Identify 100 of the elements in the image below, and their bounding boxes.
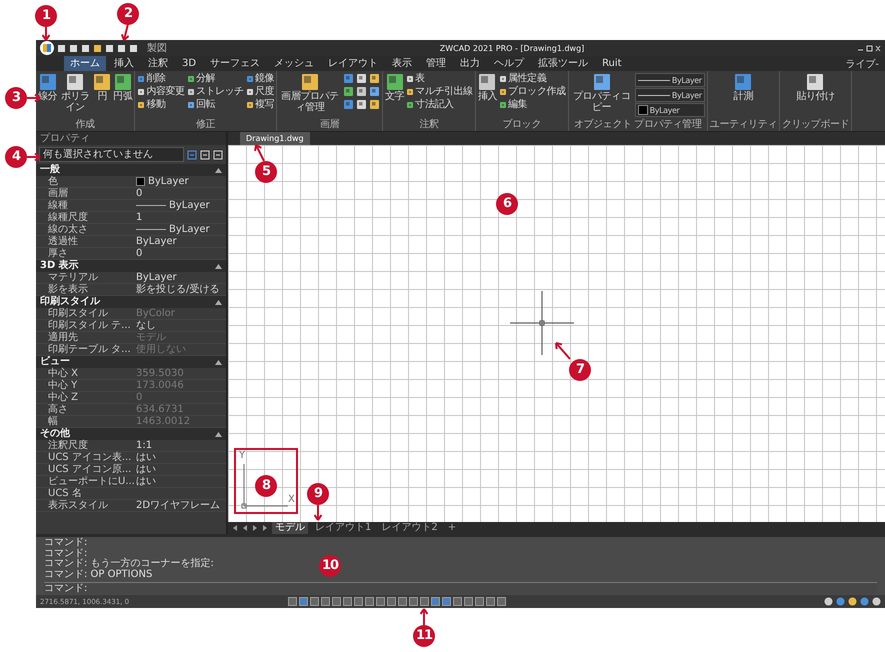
- ribbon-tool-button[interactable]: 編集: [499, 99, 566, 111]
- tool-icon[interactable]: [734, 73, 752, 91]
- ribbon-tool-button[interactable]: 貼り付け: [796, 73, 835, 102]
- tool-icon[interactable]: [137, 101, 146, 109]
- collapse-caret-icon[interactable]: [215, 264, 222, 268]
- tool-icon[interactable]: [592, 73, 611, 91]
- ribbon-tab[interactable]: 表示: [386, 56, 418, 71]
- tool-icon[interactable]: [406, 101, 414, 109]
- tool-icon[interactable]: [246, 75, 254, 83]
- tool-icon[interactable]: [369, 99, 380, 110]
- section-header[interactable]: ビュー: [40, 356, 70, 368]
- property-value[interactable]: 0: [136, 188, 142, 199]
- tool-icon[interactable]: [38, 73, 57, 91]
- property-value[interactable]: 0: [136, 248, 142, 259]
- ribbon-tab[interactable]: 注釈: [142, 56, 174, 71]
- tool-icon[interactable]: [356, 86, 368, 97]
- layout-tab[interactable]: レイアウト1: [312, 522, 374, 534]
- ribbon-tool-button[interactable]: 分解: [186, 73, 244, 85]
- tool-icon[interactable]: [499, 101, 508, 109]
- ribbon-tab[interactable]: Ruit: [596, 56, 628, 71]
- tool-icon[interactable]: [343, 99, 354, 110]
- ribbon-tab[interactable]: ホーム: [64, 56, 106, 71]
- ribbon-tab[interactable]: 3D: [176, 56, 202, 71]
- ribbon-tool-button[interactable]: 寸法記入: [406, 99, 473, 111]
- property-value[interactable]: 影を投じる/受ける: [136, 284, 220, 295]
- property-dropdown[interactable]: ByLayer: [634, 73, 705, 87]
- ribbon-tab[interactable]: ヘルプ: [488, 56, 530, 71]
- ribbon-tab[interactable]: 拡張ツール: [532, 56, 594, 71]
- ribbon-tab[interactable]: サーフェス: [204, 56, 266, 71]
- app-logo-icon[interactable]: [40, 41, 54, 55]
- selection-dropdown[interactable]: 何も選択されていません: [39, 147, 184, 162]
- collapse-caret-icon[interactable]: [215, 432, 222, 436]
- ribbon-tool-button[interactable]: プロパティコピー: [570, 73, 633, 113]
- property-value[interactable]: ByLayer: [136, 272, 177, 283]
- tool-icon[interactable]: [186, 101, 195, 109]
- ribbon-tool-button[interactable]: 移動: [137, 99, 185, 111]
- collapse-caret-icon[interactable]: [215, 300, 222, 304]
- tool-icon[interactable]: [406, 88, 414, 96]
- ribbon-tool-button[interactable]: 画層プロパティ管理: [279, 73, 342, 113]
- ribbon-tool-button[interactable]: 削除: [137, 73, 185, 85]
- window-controls-icon[interactable]: [857, 44, 881, 52]
- ribbon-tab[interactable]: 挿入: [108, 56, 140, 71]
- tool-icon[interactable]: [369, 73, 380, 84]
- tool-icon[interactable]: [137, 88, 146, 96]
- ribbon-tool-button[interactable]: 内容変更: [137, 86, 185, 98]
- property-value[interactable]: ByLayer: [169, 224, 210, 235]
- ribbon-tool-button[interactable]: 円: [93, 73, 112, 102]
- ribbon-tab[interactable]: 管理: [420, 56, 452, 71]
- workspace-dropdown[interactable]: 製図: [147, 41, 167, 55]
- layout-tab[interactable]: レイアウト2: [378, 522, 441, 534]
- collapse-caret-icon[interactable]: [215, 360, 222, 364]
- tool-icon[interactable]: [246, 101, 254, 109]
- tool-icon[interactable]: [499, 88, 508, 96]
- document-tab[interactable]: Drawing1.dwg: [240, 132, 310, 145]
- tool-icon[interactable]: [499, 75, 508, 83]
- collapse-caret-icon[interactable]: [215, 168, 222, 172]
- ribbon-tool-button[interactable]: ブロック作成: [499, 86, 566, 98]
- property-value[interactable]: ByLayer: [148, 176, 189, 187]
- tool-icon[interactable]: [246, 88, 254, 96]
- property-value[interactable]: ByLayer: [169, 200, 210, 211]
- tool-icon[interactable]: [66, 73, 84, 91]
- section-header[interactable]: 一般: [40, 164, 60, 176]
- section-header[interactable]: その他: [40, 428, 70, 440]
- ribbon-tool-button[interactable]: ポリライン: [59, 73, 92, 113]
- ribbon-tool-button[interactable]: ストレッチ: [186, 86, 244, 98]
- ribbon-tool-button[interactable]: 文字: [385, 73, 404, 102]
- ribbon-tab[interactable]: メッシュ: [268, 56, 320, 71]
- selection-tool-icon[interactable]: [213, 150, 223, 160]
- ribbon-tool-button[interactable]: 複写: [246, 99, 274, 111]
- selection-tool-icon[interactable]: [200, 150, 210, 160]
- ribbon-tool-button[interactable]: 回転: [186, 99, 244, 111]
- property-value[interactable]: はい: [136, 476, 156, 487]
- ribbon-tool-button[interactable]: 表: [406, 73, 473, 85]
- workspace-switcher[interactable]: ライブ-: [845, 56, 885, 70]
- property-value[interactable]: はい: [136, 452, 156, 463]
- tool-icon[interactable]: [369, 86, 380, 97]
- property-value[interactable]: 2Dワイヤフレーム: [136, 500, 220, 511]
- selection-tool-icon[interactable]: [187, 150, 197, 160]
- tool-icon[interactable]: [806, 73, 824, 91]
- ribbon-tool-button[interactable]: 円弧: [113, 73, 132, 102]
- ribbon-tab[interactable]: レイアウト: [322, 56, 384, 71]
- command-input[interactable]: コマンド:: [44, 582, 877, 594]
- property-value[interactable]: はい: [136, 464, 156, 475]
- tool-icon[interactable]: [93, 73, 112, 91]
- tool-icon[interactable]: [343, 73, 354, 84]
- tool-icon[interactable]: [186, 75, 195, 83]
- layout-tab[interactable]: モデル: [272, 522, 308, 534]
- tool-icon[interactable]: [356, 99, 368, 110]
- ribbon-tab[interactable]: 出力: [454, 56, 486, 71]
- tool-icon[interactable]: [301, 73, 320, 91]
- property-value[interactable]: なし: [136, 320, 156, 331]
- ribbon-tool-button[interactable]: 鏡像: [246, 73, 274, 85]
- tool-icon[interactable]: [137, 75, 146, 83]
- property-value[interactable]: 1: [136, 212, 142, 223]
- property-dropdown[interactable]: ByLayer: [634, 88, 705, 102]
- tool-icon[interactable]: [406, 75, 414, 83]
- property-dropdown[interactable]: ByLayer: [634, 103, 705, 117]
- property-value[interactable]: 1:1: [136, 440, 152, 451]
- tool-icon[interactable]: [356, 73, 368, 84]
- tool-icon[interactable]: [114, 73, 132, 91]
